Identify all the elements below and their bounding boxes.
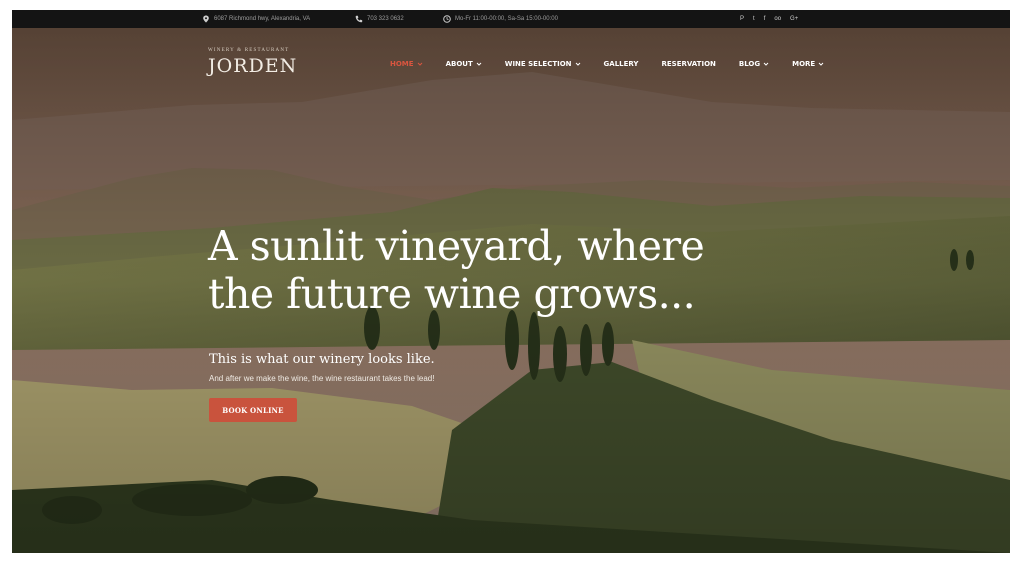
hero-frame: 6087 Richmond hwy, Alexandria, VA 703 32…	[12, 10, 1010, 553]
nav-item-wine-selection[interactable]: WINE SELECTION	[505, 60, 581, 68]
phone-info: 703 323 0632	[355, 10, 404, 28]
google-plus-icon[interactable]: G+	[790, 16, 798, 22]
book-online-button[interactable]: BOOK ONLINE	[209, 398, 297, 422]
chevron-down-icon	[818, 61, 824, 67]
phone-text[interactable]: 703 323 0632	[367, 16, 404, 22]
nav-item-blog[interactable]: BLOG	[739, 60, 769, 68]
twitter-icon[interactable]: t	[753, 16, 755, 22]
address-text: 6087 Richmond hwy, Alexandria, VA	[214, 16, 311, 22]
flickr-icon[interactable]: oo	[774, 16, 781, 22]
phone-icon	[355, 15, 363, 23]
pinterest-icon[interactable]: P	[740, 16, 744, 22]
hero-headline-line-1: A sunlit vineyard, where	[208, 222, 705, 270]
hero-headline: A sunlit vineyard, where the future wine…	[208, 222, 828, 318]
nav-item-reservation[interactable]: RESERVATION	[661, 60, 715, 68]
nav-item-gallery[interactable]: GALLERY	[604, 60, 639, 68]
logo-tagline: Winery & Restaurant	[208, 48, 290, 53]
chevron-down-icon	[575, 61, 581, 67]
nav-item-more[interactable]: MORE	[792, 60, 824, 68]
nav-item-label: WINE SELECTION	[504, 60, 572, 68]
nav-item-label: HOME	[390, 60, 414, 68]
chevron-down-icon	[417, 61, 423, 67]
chevron-down-icon	[763, 61, 769, 67]
hero-headline-line-2: the future wine grows...	[208, 270, 696, 318]
nav-item-home[interactable]: HOME	[390, 60, 423, 68]
hero-subtitle: This is what our winery looks like.	[209, 352, 435, 367]
clock-icon	[443, 15, 451, 23]
nav-item-label: RESERVATION	[661, 60, 716, 68]
location-pin-icon	[202, 15, 210, 23]
top-info-bar: 6087 Richmond hwy, Alexandria, VA 703 32…	[12, 10, 1010, 28]
nav-item-label: MORE	[792, 60, 816, 68]
nav-item-label: BLOG	[738, 60, 761, 68]
nav-item-about[interactable]: ABOUT	[446, 60, 482, 68]
nav-item-label: ABOUT	[445, 60, 473, 68]
facebook-icon[interactable]: f	[764, 16, 766, 22]
hours-info: Mo-Fr 11:00-00:00, Sa-Sa 15:00-00:00	[443, 10, 558, 28]
main-navigation: HOME ABOUT WINE SELECTION GALLERY RESERV…	[390, 60, 847, 68]
nav-item-label: GALLERY	[603, 60, 639, 68]
address-info: 6087 Richmond hwy, Alexandria, VA	[202, 10, 310, 28]
hero-description: And after we make the wine, the wine res…	[209, 374, 435, 383]
site-logo[interactable]: Winery & Restaurant JORDEN	[208, 48, 297, 77]
chevron-down-icon	[476, 61, 482, 67]
hours-text: Mo-Fr 11:00-00:00, Sa-Sa 15:00-00:00	[455, 16, 558, 22]
social-links: P t f oo G+	[740, 10, 798, 28]
logo-name: JORDEN	[208, 55, 298, 77]
